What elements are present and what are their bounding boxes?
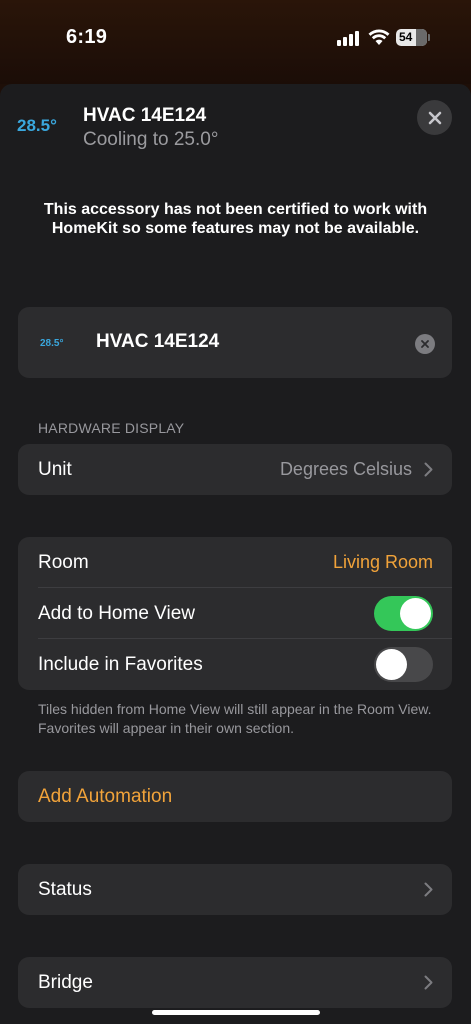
- clear-name-button[interactable]: [415, 334, 435, 354]
- status-card: Status: [18, 864, 452, 915]
- header-subtitle: Cooling to 25.0°: [83, 129, 219, 150]
- add-automation-button[interactable]: Add Automation: [18, 771, 452, 822]
- home-view-toggle[interactable]: [374, 596, 433, 631]
- accessory-name-card[interactable]: 28.5° HVAC 14E124: [18, 307, 452, 378]
- chevron-right-icon: [424, 462, 433, 477]
- battery-tip: [428, 34, 430, 41]
- home-view-row: Add to Home View: [18, 588, 452, 639]
- hardware-display-card: Unit Degrees Celsius: [18, 444, 452, 495]
- certification-warning: This accessory has not been certified to…: [43, 201, 428, 237]
- bridge-card: Bridge: [18, 957, 452, 1008]
- favorites-label: Include in Favorites: [38, 653, 203, 675]
- status-time: 6:19: [66, 26, 108, 48]
- xmark-icon: [428, 111, 441, 124]
- home-view-label: Add to Home View: [38, 602, 196, 624]
- tile-temp: 28.5°: [40, 338, 64, 349]
- room-label: Room: [38, 551, 89, 573]
- room-settings-card: Room Living Room Add to Home View Includ…: [18, 537, 452, 690]
- clear-icon: [421, 340, 429, 348]
- wifi-icon: [368, 29, 390, 45]
- accessory-sheet: 28.5° HVAC 14E124 Cooling to 25.0° This …: [0, 84, 471, 1024]
- header-title: HVAC 14E124: [83, 105, 207, 126]
- favorites-toggle[interactable]: [374, 647, 433, 682]
- status-label: Status: [38, 878, 92, 900]
- cellular-signal-icon: [337, 30, 361, 46]
- bridge-label: Bridge: [38, 971, 93, 993]
- chevron-right-icon: [424, 882, 433, 897]
- unit-label: Unit: [38, 458, 72, 480]
- header-current-temp: 28.5°: [17, 116, 57, 135]
- favorites-row: Include in Favorites: [18, 639, 452, 690]
- toggle-knob: [376, 649, 407, 680]
- unit-value: Degrees Celsius: [279, 459, 412, 479]
- home-view-footnote: Tiles hidden from Home View will still a…: [38, 701, 432, 736]
- hardware-display-header: HARDWARE DISPLAY: [38, 420, 185, 436]
- status-bar: 6:19 54: [0, 0, 471, 84]
- close-button[interactable]: [417, 100, 452, 135]
- bridge-row[interactable]: Bridge: [18, 957, 452, 1008]
- room-value: Living Room: [332, 552, 433, 572]
- add-automation-label: Add Automation: [38, 785, 173, 807]
- toggle-knob: [400, 598, 431, 629]
- battery-level: 54: [399, 30, 413, 44]
- automation-card: Add Automation: [18, 771, 452, 822]
- accessory-name-field[interactable]: HVAC 14E124: [96, 331, 219, 353]
- home-indicator[interactable]: [152, 1010, 320, 1015]
- status-row[interactable]: Status: [18, 864, 452, 915]
- unit-row[interactable]: Unit Degrees Celsius: [18, 444, 452, 495]
- battery-icon: 54: [396, 29, 427, 46]
- room-row[interactable]: Room Living Room: [18, 537, 452, 588]
- chevron-right-icon: [424, 975, 433, 990]
